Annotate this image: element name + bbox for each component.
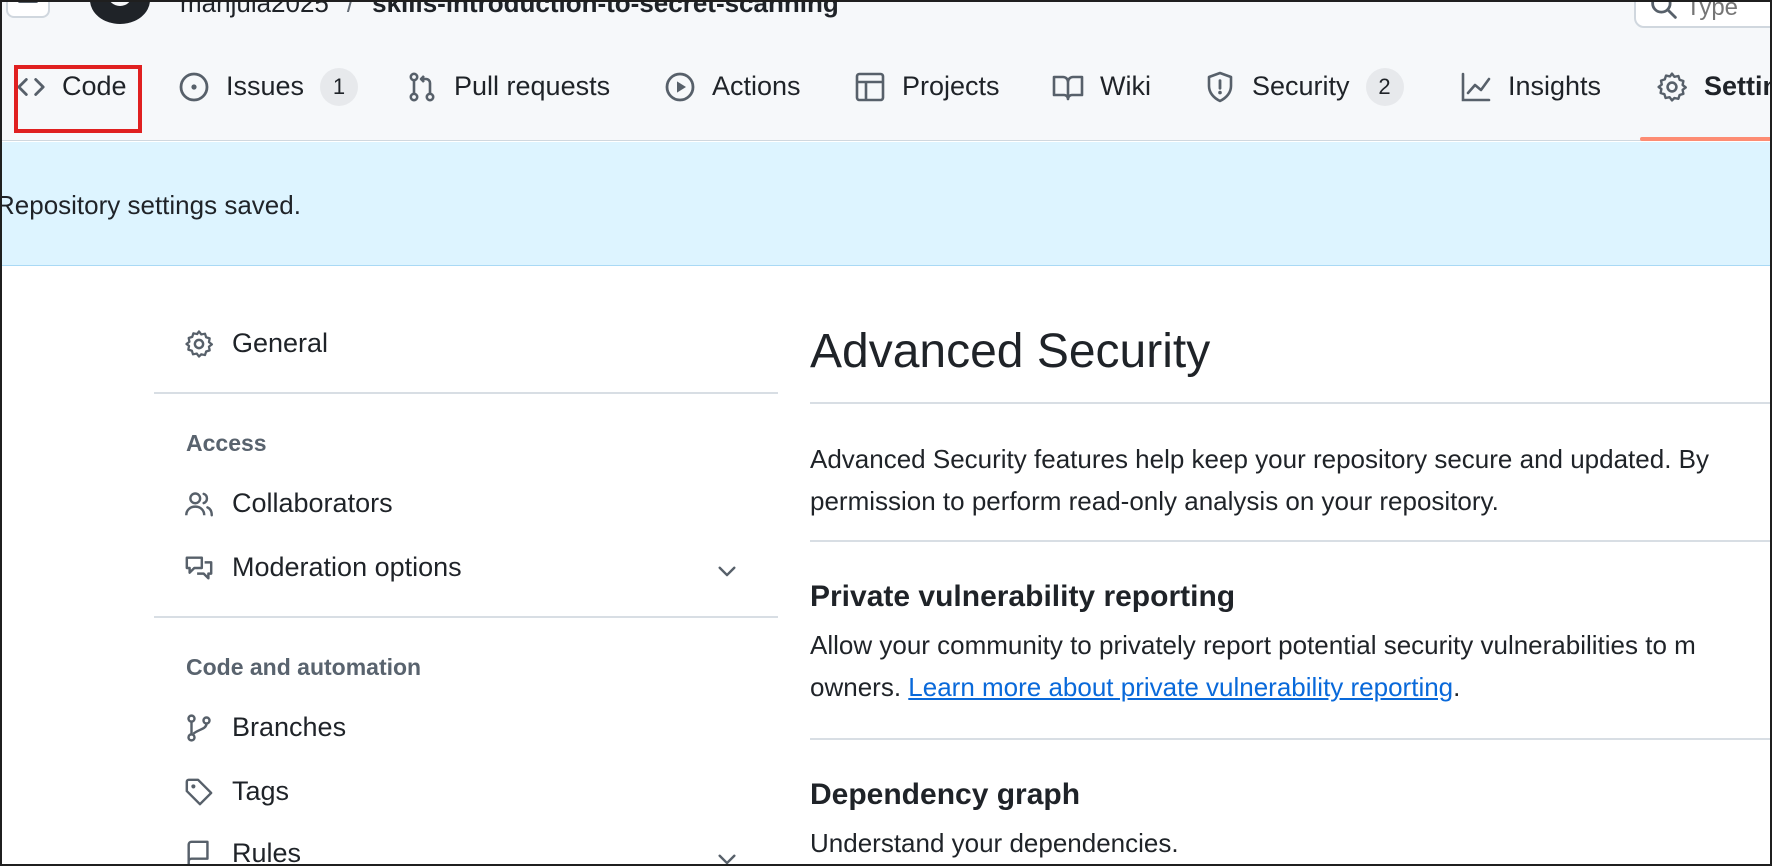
sidebar-item-label: Collaborators: [232, 488, 393, 518]
sidebar-item-tags[interactable]: Tags: [184, 776, 289, 807]
sidebar-divider: [154, 616, 778, 618]
tab-settings-label: Settings: [1704, 71, 1770, 101]
pvr-line-1: Allow your community to privately report…: [810, 630, 1696, 660]
sidebar-item-general[interactable]: General: [184, 328, 328, 359]
repo-push-icon: [187, 840, 209, 864]
hamburger-menu-button[interactable]: [6, 2, 50, 18]
tab-security[interactable]: Security 2: [1204, 32, 1404, 141]
gear-icon: [185, 329, 214, 358]
chevron-down-icon[interactable]: [714, 558, 740, 584]
tab-actions[interactable]: Actions: [664, 32, 801, 141]
tab-projects[interactable]: Projects: [854, 32, 1000, 141]
pvr-line-2: owners. Learn more about private vulnera…: [810, 666, 1770, 708]
repository-nav: Code Issues 1 Pull requests Actions Proj…: [2, 32, 1770, 141]
browser-viewport: manjula2025 / skills-introduction-to-secre…: [0, 0, 1772, 866]
pvr-line-2-prefix: owners.: [810, 672, 902, 702]
tab-settings[interactable]: Settings: [1656, 32, 1770, 141]
git-pull-request-icon: [409, 71, 435, 101]
sidebar-heading-code-automation: Code and automation: [186, 654, 422, 680]
issues-count-badge: 1: [320, 67, 359, 106]
breadcrumb-repo[interactable]: skills-introduction-to-secret-scanning: [372, 2, 839, 18]
tab-pull-requests-label: Pull requests: [454, 71, 611, 101]
tab-issues-label: Issues: [226, 71, 305, 101]
tab-pull-requests[interactable]: Pull requests: [406, 32, 610, 141]
table-icon: [855, 72, 885, 101]
code-tab-highlight: [14, 65, 142, 133]
breadcrumb-owner[interactable]: manjula2025: [180, 2, 329, 18]
tab-insights[interactable]: Insights: [1460, 32, 1601, 141]
section-title-private-vulnerability-reporting: Private vulnerability reporting: [810, 580, 1236, 613]
breadcrumb: manjula2025 / skills-introduction-to-secre…: [180, 0, 839, 19]
tag-icon: [185, 778, 213, 805]
people-icon: [185, 491, 213, 516]
active-tab-underline: [1640, 137, 1770, 141]
sidebar-item-moderation[interactable]: Moderation options: [184, 552, 462, 583]
flash-message: Repository settings saved.: [0, 190, 301, 220]
shield-icon: [1207, 71, 1233, 102]
tab-security-label: Security: [1252, 71, 1350, 101]
breadcrumb-separator: /: [346, 0, 355, 18]
global-header: manjula2025 / skills-introduction-to-secre…: [2, 2, 1770, 32]
sidebar-item-label: Moderation options: [232, 552, 462, 582]
tab-issues[interactable]: Issues 1: [178, 32, 359, 141]
pvr-line-2-suffix: .: [1453, 672, 1461, 702]
learn-more-pvr-link[interactable]: Learn more about private vulnerability r…: [908, 672, 1453, 702]
sidebar-item-label: Tags: [232, 776, 290, 806]
search-icon: [1651, 2, 1677, 19]
sidebar-item-branches[interactable]: Branches: [184, 712, 346, 743]
report-icon: [185, 555, 213, 580]
sidebar-item-label: Branches: [232, 712, 347, 742]
search-box[interactable]: [1634, 2, 1770, 28]
chevron-down-icon[interactable]: [714, 846, 740, 866]
git-branch-icon: [187, 713, 211, 742]
dependency-graph-description: Understand your dependencies.: [810, 828, 1179, 858]
sidebar-heading-access: Access: [186, 430, 267, 456]
tab-projects-label: Projects: [902, 71, 1000, 101]
intro-line-2: permission to perform read-only analysis…: [810, 486, 1499, 516]
section-title-dependency-graph: Dependency graph: [810, 778, 1081, 811]
title-divider: [810, 402, 1770, 404]
intro-line-1: Advanced Security features help keep you…: [810, 444, 1709, 474]
gear-icon: [1657, 71, 1687, 102]
sidebar-item-collaborators[interactable]: Collaborators: [184, 488, 393, 519]
search-input[interactable]: [1686, 2, 1770, 22]
section-divider: [810, 738, 1770, 740]
intro-paragraph: Advanced Security features help keep you…: [810, 438, 1770, 522]
tab-wiki[interactable]: Wiki: [1052, 32, 1151, 141]
tab-insights-label: Insights: [1508, 71, 1602, 101]
sidebar-item-rules[interactable]: Rules: [184, 838, 302, 866]
sidebar-item-label: General: [232, 328, 329, 358]
flash-banner: Repository settings saved.: [2, 142, 1770, 266]
tab-wiki-label: Wiki: [1100, 71, 1151, 101]
pvr-description: Allow your community to privately report…: [810, 624, 1770, 708]
sidebar-divider: [154, 392, 778, 394]
book-icon: [1052, 75, 1084, 100]
section-divider: [810, 540, 1770, 542]
security-count-badge: 2: [1365, 67, 1404, 106]
github-logo-icon[interactable]: [90, 2, 150, 24]
sidebar-item-label: Rules: [232, 838, 302, 866]
play-icon: [665, 72, 695, 101]
tab-actions-label: Actions: [712, 71, 801, 101]
graph-icon: [1461, 72, 1491, 101]
page-title: Advanced Security: [810, 325, 1211, 378]
issue-opened-icon: [179, 72, 209, 101]
